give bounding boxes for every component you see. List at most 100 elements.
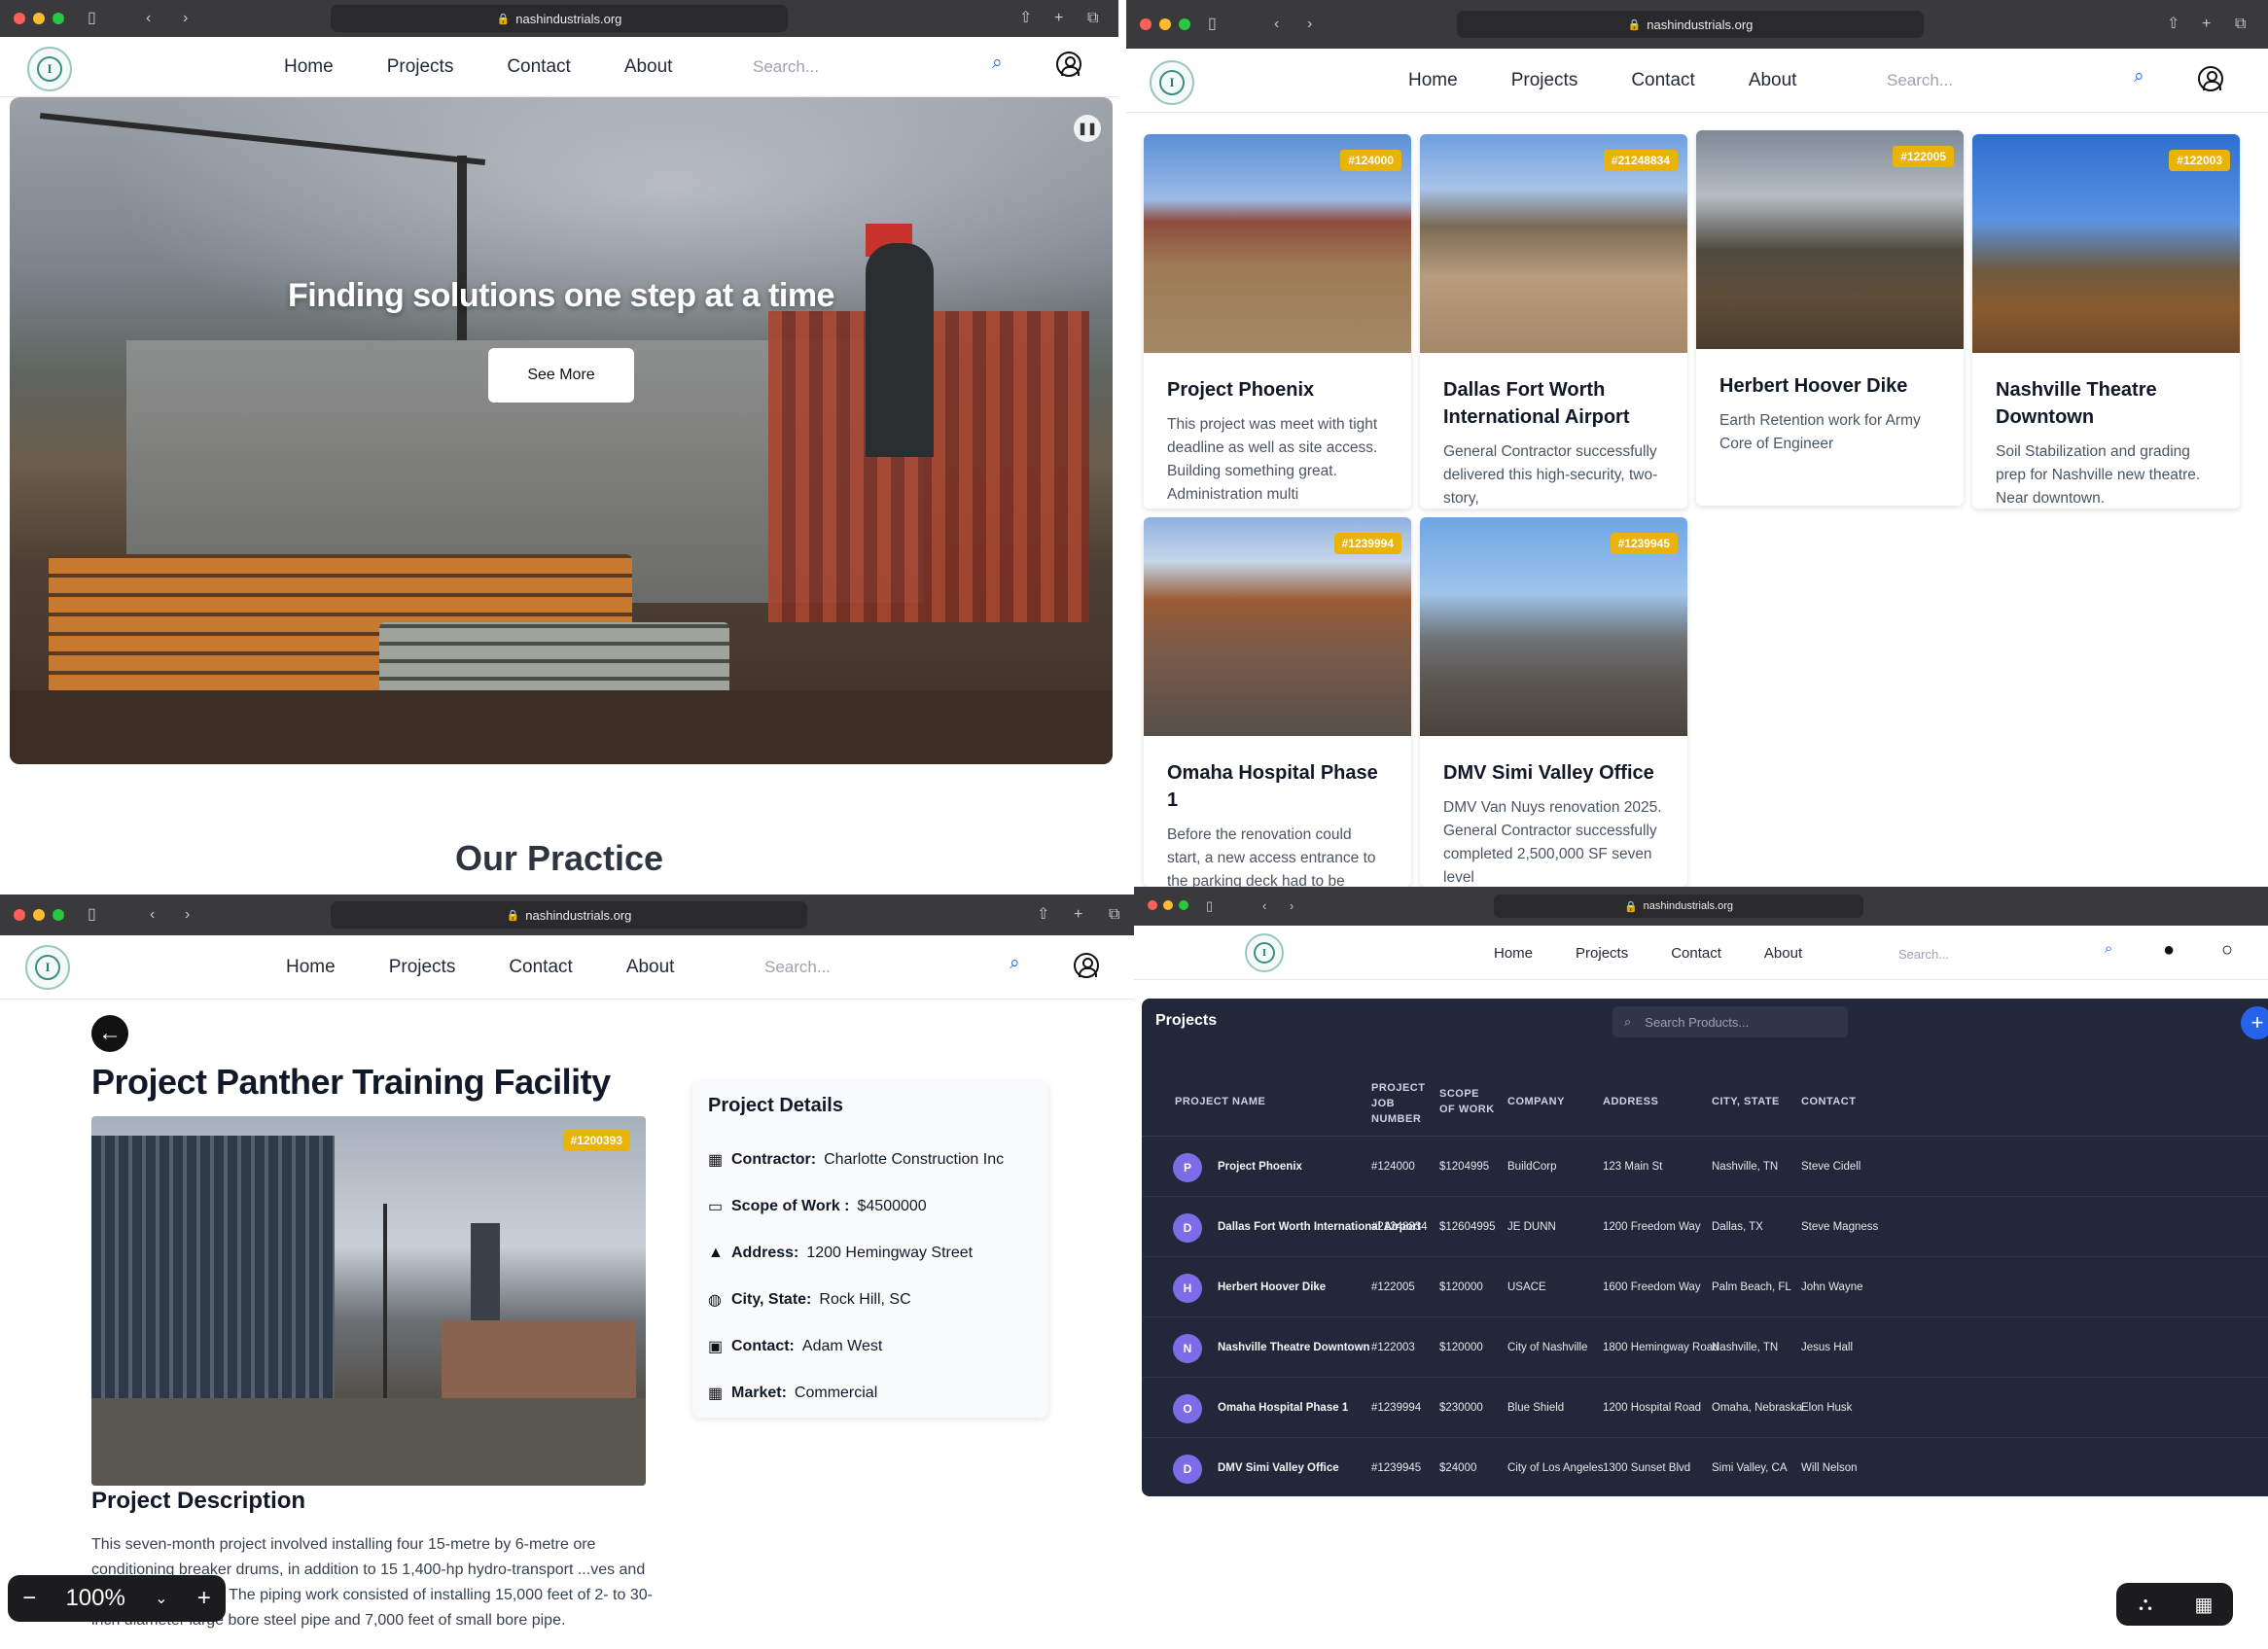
table-row[interactable]: D Dallas Fort Worth International Airpor… xyxy=(1142,1197,2268,1257)
project-card[interactable]: #1239994 Omaha Hospital Phase 1 Before t… xyxy=(1144,517,1411,887)
share-icon[interactable]: ⇧ xyxy=(1019,9,1032,28)
minimize-light[interactable] xyxy=(33,909,45,921)
sidebar-icon[interactable]: ▯ xyxy=(1206,896,1213,916)
address-bar[interactable]: 🔒 nashindustrials.org xyxy=(1494,895,1863,918)
chevron-down-icon[interactable]: ⌄ xyxy=(155,1589,167,1608)
window-controls[interactable] xyxy=(14,13,64,24)
add-button[interactable]: + xyxy=(2241,1006,2268,1039)
window-controls[interactable] xyxy=(1148,900,1188,910)
sidebar-icon[interactable]: ▯ xyxy=(88,9,96,28)
site-logo[interactable]: I xyxy=(1150,60,1194,105)
sidebar-icon[interactable]: ▯ xyxy=(1208,15,1217,34)
site-logo[interactable]: I xyxy=(25,945,70,990)
project-card[interactable]: #122005 Herbert Hoover Dike Earth Retent… xyxy=(1696,130,1964,506)
search-input[interactable]: Search... xyxy=(753,54,819,80)
new-tab-icon[interactable]: + xyxy=(1074,905,1082,925)
table-row[interactable]: D DMV Simi Valley Office #1239945 $24000… xyxy=(1142,1438,2268,1496)
search-icon[interactable]: ⌕ xyxy=(2105,940,2112,957)
zoom-light[interactable] xyxy=(1179,18,1190,30)
site-logo[interactable]: I xyxy=(27,47,72,91)
search-input[interactable]: Search... xyxy=(1898,941,1949,966)
account-icon[interactable] xyxy=(2198,66,2223,91)
address-bar[interactable]: 🔒 nashindustrials.org xyxy=(331,5,788,32)
nav-projects[interactable]: Projects xyxy=(1576,945,1628,962)
window-controls[interactable] xyxy=(14,909,64,921)
nav-contact[interactable]: Contact xyxy=(507,56,570,78)
nav-home[interactable]: Home xyxy=(286,957,336,978)
minimize-light[interactable] xyxy=(1159,18,1171,30)
table-row[interactable]: N Nashville Theatre Downtown #122003 $12… xyxy=(1142,1317,2268,1378)
table-row[interactable]: P Project Phoenix #124000 $1204995 Build… xyxy=(1142,1137,2268,1197)
site-logo[interactable]: I xyxy=(1245,933,1284,972)
nav-projects[interactable]: Projects xyxy=(1511,70,1578,91)
see-more-button[interactable]: See More xyxy=(488,348,634,403)
account-icon[interactable] xyxy=(1074,953,1099,978)
close-light[interactable] xyxy=(1140,18,1152,30)
th-contact[interactable]: Contact xyxy=(1801,1094,1856,1109)
share-icon[interactable]: ⇧ xyxy=(1037,905,1049,925)
nav-contact[interactable]: Contact xyxy=(1631,70,1694,91)
zoom-light[interactable] xyxy=(53,909,64,921)
back-arrow-button[interactable]: ← xyxy=(91,1015,128,1052)
tabs-icon[interactable]: ⧉ xyxy=(1109,905,1119,925)
share-graph-icon[interactable]: ⛬ xyxy=(2116,1583,2175,1626)
back-icon[interactable]: ‹ xyxy=(146,9,151,28)
pause-icon[interactable]: ❚❚ xyxy=(1074,115,1101,142)
zoom-out-icon[interactable]: − xyxy=(22,1585,36,1612)
zoom-light[interactable] xyxy=(53,13,64,24)
search-icon[interactable]: ⌕ xyxy=(1010,953,1020,974)
search-icon[interactable]: ⌕ xyxy=(992,53,1003,74)
th-job-number[interactable]: Project Job Number xyxy=(1371,1080,1425,1127)
account-icon[interactable] xyxy=(1056,52,1081,77)
project-card[interactable]: #1239945 DMV Simi Valley Office DMV Van … xyxy=(1420,517,1687,887)
zoom-level[interactable]: 100% xyxy=(65,1585,124,1612)
project-card[interactable]: #122003 Nashville Theatre Downtown Soil … xyxy=(1972,134,2240,509)
th-address[interactable]: Address xyxy=(1603,1094,1658,1109)
sidebar-icon[interactable]: ▯ xyxy=(88,905,96,925)
address-bar[interactable]: 🔒 nashindustrials.org xyxy=(1457,11,1924,38)
nav-about[interactable]: About xyxy=(626,957,675,978)
close-light[interactable] xyxy=(14,909,25,921)
tabs-icon[interactable]: ⧉ xyxy=(2235,15,2246,34)
forward-icon[interactable]: › xyxy=(1307,15,1312,34)
project-card[interactable]: #21248834 Dallas Fort Worth Internationa… xyxy=(1420,134,1687,509)
zoom-light[interactable] xyxy=(1179,900,1188,910)
close-light[interactable] xyxy=(14,13,25,24)
table-row[interactable]: O Omaha Hospital Phase 1 #1239994 $23000… xyxy=(1142,1378,2268,1438)
minimize-light[interactable] xyxy=(1163,900,1173,910)
nav-about[interactable]: About xyxy=(624,56,673,78)
share-icon[interactable]: ⇧ xyxy=(2167,15,2179,34)
forward-icon[interactable]: › xyxy=(183,9,188,28)
nav-home[interactable]: Home xyxy=(284,56,334,78)
th-company[interactable]: Company xyxy=(1507,1094,1565,1109)
window-controls[interactable] xyxy=(1140,18,1190,30)
tabs-icon[interactable]: ⧉ xyxy=(1087,9,1098,28)
nav-home[interactable]: Home xyxy=(1408,70,1458,91)
back-icon[interactable]: ‹ xyxy=(150,905,155,925)
search-input[interactable]: Search... xyxy=(764,955,831,980)
forward-icon[interactable]: › xyxy=(1290,896,1293,916)
nav-projects[interactable]: Projects xyxy=(387,56,454,78)
back-icon[interactable]: ‹ xyxy=(1262,896,1266,916)
nav-about[interactable]: About xyxy=(1764,945,1802,962)
table-row[interactable]: H Herbert Hoover Dike #122005 $120000 US… xyxy=(1142,1257,2268,1317)
search-input[interactable]: Search... xyxy=(1887,68,1953,93)
nav-home[interactable]: Home xyxy=(1494,945,1533,962)
zoom-in-icon[interactable]: + xyxy=(197,1585,211,1612)
nav-projects[interactable]: Projects xyxy=(389,957,456,978)
products-search-input[interactable]: ⌕ Search Products... xyxy=(1612,1006,1848,1037)
nav-contact[interactable]: Contact xyxy=(1671,945,1721,962)
th-project-name[interactable]: Project Name xyxy=(1175,1094,1265,1109)
new-tab-icon[interactable]: + xyxy=(2202,15,2211,34)
grid-icon[interactable]: ▦ xyxy=(2175,1583,2233,1626)
th-city-state[interactable]: City, State xyxy=(1712,1094,1780,1109)
forward-icon[interactable]: › xyxy=(185,905,190,925)
nav-about[interactable]: About xyxy=(1749,70,1797,91)
back-icon[interactable]: ‹ xyxy=(1274,15,1279,34)
address-bar[interactable]: 🔒 nashindustrials.org xyxy=(331,901,807,929)
nav-contact[interactable]: Contact xyxy=(509,957,572,978)
search-icon[interactable]: ⌕ xyxy=(2134,66,2144,88)
close-light[interactable] xyxy=(1148,900,1157,910)
new-tab-icon[interactable]: + xyxy=(1054,9,1063,28)
minimize-light[interactable] xyxy=(33,13,45,24)
